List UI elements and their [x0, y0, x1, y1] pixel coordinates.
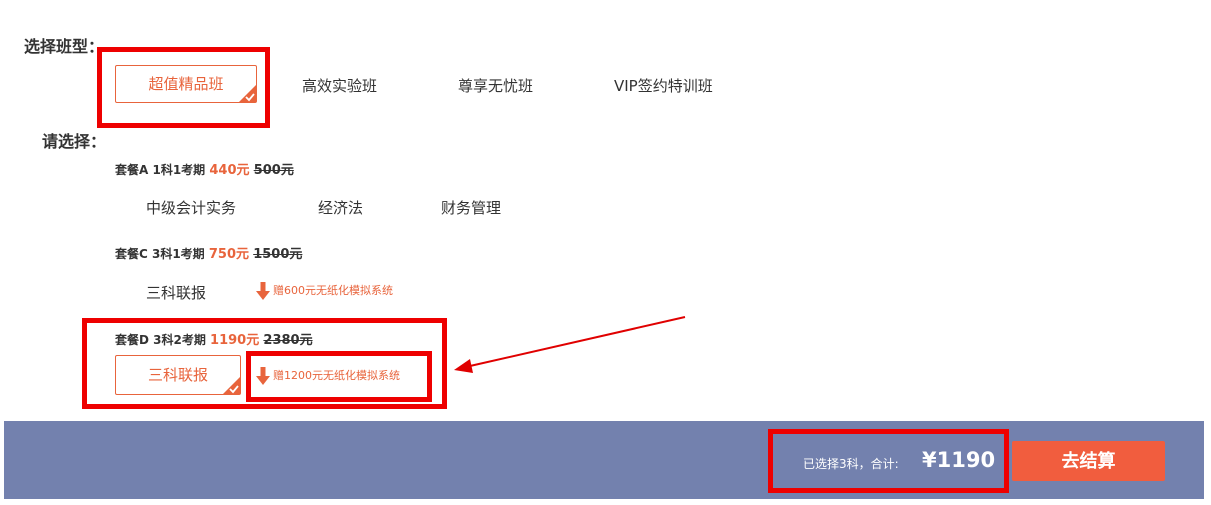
subject-option-three-subjects-c[interactable]: 三科联报 [146, 282, 206, 303]
class-option-premium[interactable]: 尊享无忧班 [458, 75, 533, 96]
package-a-header: 套餐A 1科1考期 440元 500元 [115, 159, 294, 178]
subject-option-economic-law[interactable]: 经济法 [318, 197, 363, 218]
subject-option-accounting[interactable]: 中级会计实务 [146, 197, 236, 218]
package-a-price: 440元 [209, 163, 250, 178]
package-a-name: 套餐A 1科1考期 [115, 163, 206, 177]
package-a-original-price: 500元 [253, 163, 294, 178]
choose-label: 请选择： [42, 132, 107, 151]
class-option-vip[interactable]: VIP签约特训班 [614, 75, 713, 96]
package-c-original-price: 1500元 [253, 247, 303, 262]
gift-text-c: 赠600元无纸化模拟系统 [273, 284, 393, 297]
highlight-box-gift [246, 351, 432, 402]
arrow-down-icon [256, 282, 270, 300]
highlight-box-class [97, 47, 270, 128]
package-c-price: 750元 [208, 247, 250, 262]
gift-note-c: 赠600元无纸化模拟系统 [255, 281, 393, 301]
highlight-box-total [768, 429, 1009, 493]
package-c-header: 套餐C 3科1考期 750元 1500元 [115, 243, 302, 262]
package-c-name: 套餐C 3科1考期 [115, 247, 205, 261]
class-option-efficient[interactable]: 高效实验班 [302, 75, 377, 96]
class-type-label: 选择班型： [24, 37, 105, 56]
annotation-arrow-icon [454, 316, 686, 373]
subject-option-financial-management[interactable]: 财务管理 [441, 197, 501, 218]
checkout-button[interactable]: 去结算 [1012, 441, 1165, 481]
